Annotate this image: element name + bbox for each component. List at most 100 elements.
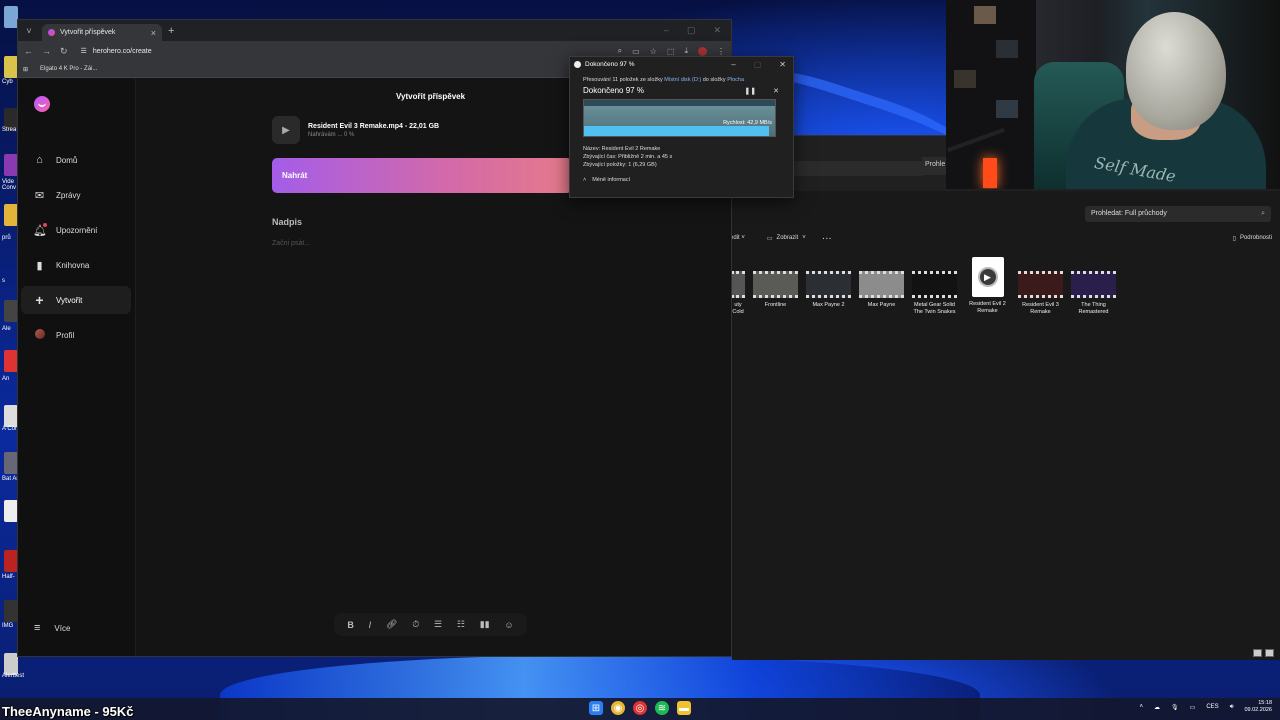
sidebar-item-home[interactable]: ⌂ Domů bbox=[21, 146, 131, 174]
view-button[interactable]: ▭ Zobrazit ˅ bbox=[767, 235, 806, 242]
desktop-icon[interactable] bbox=[4, 300, 18, 322]
desktop-icon[interactable] bbox=[4, 550, 18, 572]
sidebar-item-notifications[interactable]: 🔔︎ Upozornění bbox=[21, 216, 131, 244]
messages-icon: ✉ bbox=[34, 189, 45, 202]
bold-button[interactable]: B bbox=[347, 620, 354, 630]
close-window-icon[interactable]: ✕ bbox=[713, 25, 721, 36]
cloud-icon[interactable]: ☁ bbox=[1154, 704, 1160, 711]
desktop-label: prů bbox=[2, 235, 11, 241]
maximize-icon[interactable]: ▢ bbox=[687, 25, 696, 36]
chevron-up-icon[interactable]: ˄ bbox=[1140, 704, 1144, 710]
desktop-icon[interactable] bbox=[4, 204, 18, 226]
desktop-icon[interactable] bbox=[4, 350, 18, 372]
italic-button[interactable]: I bbox=[369, 620, 372, 630]
target-link[interactable]: Plocha bbox=[727, 77, 744, 83]
extensions-icon[interactable]: ⬚ bbox=[667, 47, 675, 56]
source-link[interactable]: Místní disk (D:) bbox=[664, 77, 701, 83]
obs-icon[interactable]: ◎ bbox=[633, 701, 647, 715]
chart-icon[interactable]: ▮▮ bbox=[480, 619, 490, 630]
chrome-icon[interactable]: ◉ bbox=[611, 701, 625, 715]
spotify-icon[interactable]: ≋ bbox=[655, 701, 669, 715]
sidebar-item-library[interactable]: ▮ Knihovna bbox=[21, 251, 131, 279]
volume-icon[interactable]: 🔊︎ bbox=[1230, 704, 1234, 711]
minimize-icon[interactable]: – bbox=[664, 25, 669, 36]
clock[interactable]: 15:18 09.02.2026 bbox=[1244, 700, 1272, 714]
menu-icon[interactable]: ⋮ bbox=[717, 47, 725, 56]
details-view-button[interactable] bbox=[1253, 649, 1262, 657]
star-icon[interactable]: ☆ bbox=[650, 47, 657, 56]
details-button[interactable]: ▯ Podrobnosti bbox=[1233, 235, 1272, 242]
new-tab-icon[interactable]: + bbox=[168, 25, 174, 37]
cancel-icon[interactable]: ✕ bbox=[773, 87, 779, 95]
file-item[interactable]: ▶ Resident Evil 2 Remake bbox=[965, 257, 1010, 316]
reload-icon[interactable]: ↻ bbox=[60, 46, 68, 57]
back-icon[interactable]: ← bbox=[24, 46, 33, 56]
numbered-list-icon[interactable]: ☰ bbox=[434, 619, 442, 630]
zoom-icon[interactable]: ⌕ bbox=[618, 46, 622, 56]
maximize-icon[interactable]: ▢ bbox=[754, 60, 762, 69]
site-info-icon[interactable]: ☰ bbox=[81, 47, 87, 55]
explorer-search-input[interactable]: Prohledat: Full průchody ⌕ bbox=[1085, 206, 1271, 222]
desktop-icon[interactable] bbox=[4, 452, 18, 474]
play-icon[interactable]: ▶ bbox=[272, 116, 300, 144]
download-icon[interactable]: ⤓ bbox=[684, 46, 688, 56]
copy-icon bbox=[574, 61, 581, 68]
video-thumbnail bbox=[1071, 271, 1116, 298]
sidebar-item-create[interactable]: + Vytvořit bbox=[21, 286, 131, 314]
sort-button[interactable]: edit ˅ bbox=[730, 235, 745, 241]
desktop-icon[interactable] bbox=[4, 405, 18, 427]
minimize-icon[interactable]: – bbox=[731, 60, 735, 69]
bookmark-item[interactable]: Elgato 4 K Pro - Zái... bbox=[40, 66, 97, 72]
folder-icon[interactable]: ▬ bbox=[677, 701, 691, 715]
desktop-icon[interactable] bbox=[4, 500, 18, 522]
emoji-icon[interactable]: ☺ bbox=[504, 620, 513, 630]
webcam-person-hair bbox=[1126, 12, 1226, 130]
sidebar-item-profile[interactable]: Profil bbox=[21, 321, 131, 349]
herohero-logo[interactable] bbox=[34, 96, 50, 112]
display-icon[interactable]: ▭ bbox=[1190, 704, 1196, 711]
apps-icon[interactable]: ⊞ bbox=[23, 66, 28, 73]
link-icon[interactable]: 🔗︎ bbox=[386, 619, 397, 630]
title-input[interactable]: Nadpis bbox=[272, 217, 302, 227]
desktop-icon[interactable] bbox=[4, 154, 18, 176]
profile-avatar[interactable] bbox=[698, 46, 707, 56]
sidebar-item-messages[interactable]: ✉ Zprávy bbox=[21, 181, 131, 209]
body-input[interactable]: Začni psát... bbox=[272, 240, 310, 247]
close-icon[interactable]: × bbox=[151, 28, 156, 38]
start-icon[interactable]: ⊞ bbox=[589, 701, 603, 715]
forward-icon[interactable]: → bbox=[42, 46, 51, 56]
more-options-icon[interactable]: ··· bbox=[822, 233, 832, 244]
explorer-address-bar[interactable] bbox=[787, 161, 924, 176]
file-item[interactable]: The Thing Remastered bbox=[1071, 271, 1116, 316]
taskbar-apps: ⊞ ◉ ◎ ≋ ▬ bbox=[589, 701, 691, 715]
tab-search-icon[interactable]: ˅ bbox=[22, 26, 36, 36]
desktop-label: An bbox=[2, 376, 10, 382]
cast-icon[interactable]: ▭ bbox=[632, 47, 640, 56]
tab-active[interactable]: Vytvořit příspěvek × bbox=[42, 24, 162, 41]
language-indicator[interactable]: CES bbox=[1206, 704, 1218, 710]
tiles-view-button[interactable] bbox=[1265, 649, 1274, 657]
mic-icon[interactable]: 🎙︎ bbox=[1171, 704, 1179, 711]
desktop-icon[interactable] bbox=[4, 653, 18, 675]
upload-button[interactable]: Nahrát bbox=[272, 158, 572, 193]
close-icon[interactable]: ✕ bbox=[779, 60, 786, 69]
file-item[interactable]: Max Payne 2 bbox=[806, 271, 851, 316]
sidebar-more[interactable]: ≡ Více bbox=[34, 622, 70, 634]
less-info-button[interactable]: ˄ Méně informací bbox=[570, 169, 793, 183]
dialog-description: Přesouvání 11 položek ze složky Místní d… bbox=[570, 72, 793, 83]
file-item[interactable]: Max Payne bbox=[859, 271, 904, 316]
address-bar[interactable]: ☰ herohero.co/create bbox=[76, 43, 547, 59]
pause-icon[interactable]: ❚❚ bbox=[744, 87, 756, 95]
bulleted-list-icon[interactable]: ☷ bbox=[457, 619, 465, 630]
chevron-up-icon: ˄ bbox=[583, 177, 587, 183]
file-item[interactable]: Resident Evil 3 Remake bbox=[1018, 271, 1063, 316]
file-item[interactable]: Metal Gear Solid The Twin Snakes bbox=[912, 271, 957, 316]
file-item[interactable]: Frontline bbox=[753, 271, 798, 316]
file-name: Frontline bbox=[764, 302, 787, 308]
desktop-label: IMG bbox=[2, 623, 14, 629]
desktop-icon[interactable] bbox=[4, 600, 18, 622]
file-item[interactable]: uty Cold bbox=[731, 271, 745, 316]
timer-icon[interactable]: ⏱︎ bbox=[412, 619, 419, 630]
desktop-icon[interactable] bbox=[4, 56, 18, 78]
desktop-icon[interactable] bbox=[4, 6, 18, 28]
